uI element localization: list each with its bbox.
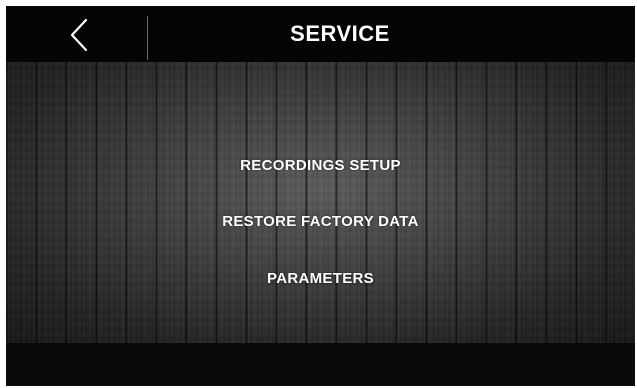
menu-item-restore-factory-data[interactable]: RESTORE FACTORY DATA <box>6 207 635 237</box>
chevron-left-icon <box>70 18 88 52</box>
header-bar: SERVICE <box>6 6 635 62</box>
footer-bar <box>6 343 635 386</box>
menu-item-parameters[interactable]: PARAMETERS <box>6 264 635 294</box>
page-title: SERVICE <box>290 21 390 46</box>
back-button[interactable] <box>6 6 146 62</box>
service-menu: RECORDINGS SETUP RESTORE FACTORY DATA PA… <box>6 62 635 343</box>
service-screen: SERVICE RECORDINGS SETUP RESTORE FACTORY… <box>6 6 635 386</box>
menu-item-recordings-setup[interactable]: RECORDINGS SETUP <box>6 151 635 181</box>
